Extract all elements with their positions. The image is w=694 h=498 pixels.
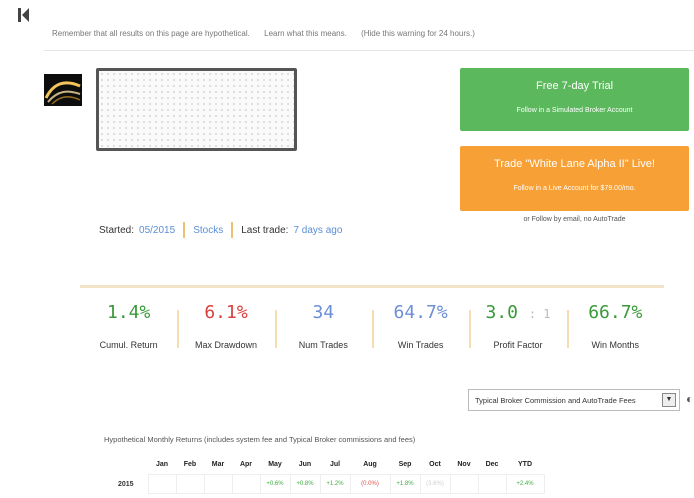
back-bar-icon[interactable]: [18, 8, 30, 22]
stat-value: 34: [312, 302, 335, 323]
stat-win-trades: 64.7% Win Trades: [371, 296, 469, 360]
hypothetical-warning: Remember that all results on this page a…: [52, 29, 487, 38]
stat-max-drawdown: 6.1% Max Drawdown: [177, 296, 274, 360]
month-header: Apr: [239, 460, 253, 468]
month-header: Dec: [485, 460, 499, 468]
month-header: [104, 454, 148, 475]
category-link[interactable]: Stocks: [193, 225, 223, 236]
header-divider: [44, 50, 694, 51]
return-cell: +2.4%: [505, 474, 545, 494]
return-cell: [147, 474, 177, 494]
month-header: Mar: [211, 460, 225, 468]
return-cell: (3.6%): [419, 474, 451, 494]
strategy-avatar: [44, 74, 82, 106]
stats-row: 1.4% Cumul. Return 6.1% Max Drawdown 34 …: [80, 296, 664, 360]
stat-cumul-return: 1.4% Cumul. Return: [80, 296, 177, 360]
monthly-returns-table: Jan Feb Mar Apr May Jun Jul Aug Sep Oct Nov Dec YTD …: [104, 454, 545, 494]
stat-profit-factor: 3.0 : 1 Profit Factor: [469, 296, 566, 360]
strategy-meta: Started: 05/2015 Stocks Last trade: 7 da…: [99, 222, 342, 238]
stats-divider: [80, 285, 664, 288]
dropdown-arrow-icon[interactable]: ▼: [662, 393, 676, 407]
monthly-returns-title: Hypothetical Monthly Returns (includes s…: [104, 435, 416, 444]
info-icon[interactable]: ◐: [686, 392, 693, 406]
return-cell: [449, 474, 479, 494]
month-header: Sep: [398, 460, 412, 468]
month-header: Jul: [329, 460, 341, 468]
warning-text: Remember that all results on this page a…: [52, 29, 250, 38]
month-header: Oct: [429, 460, 441, 468]
return-cell: [203, 474, 233, 494]
stat-value: 1.4%: [106, 302, 151, 323]
month-header: Nov: [457, 460, 471, 468]
trade-live-title: Trade "White Lane Alpha II" Live!: [494, 158, 655, 170]
free-trial-button[interactable]: Free 7-day Trial Follow in a Simulated B…: [460, 68, 689, 131]
month-header: Aug: [363, 460, 377, 468]
stat-num-trades: 34 Num Trades: [274, 296, 372, 360]
started-date-link[interactable]: 05/2015: [139, 225, 175, 236]
table-row: 2015 +0.6% +0.8% +1.2% (0.0%) +1.8% (3.6%) +2.4…: [104, 474, 545, 494]
free-trial-title: Free 7-day Trial: [535, 80, 614, 92]
stat-value-suffix: : 1: [528, 307, 551, 321]
hide-warning-link[interactable]: (Hide this warning for 24 hours.): [361, 29, 475, 38]
stat-label: Profit Factor: [493, 340, 543, 350]
last-trade-label: Last trade:: [241, 224, 289, 236]
meta-separator: [231, 222, 234, 238]
year-cell: 2015: [117, 480, 134, 488]
trade-live-button[interactable]: Trade "White Lane Alpha II" Live! Follow…: [460, 146, 689, 211]
trade-live-subtitle: Follow in a Live Account for $79.00/mo.: [513, 185, 636, 192]
stat-value: 64.7%: [393, 302, 448, 323]
return-cell: +1.2%: [319, 474, 351, 494]
month-header: May: [268, 460, 282, 468]
fee-model-select[interactable]: Typical Broker Commission and AutoTrade …: [468, 389, 680, 411]
stat-label: Win Trades: [397, 340, 444, 350]
stat-label: Win Months: [591, 340, 640, 350]
equity-chart-placeholder: [96, 68, 297, 151]
last-trade-link[interactable]: 7 days ago: [293, 225, 342, 236]
month-header: Jan: [155, 460, 169, 468]
learn-more-link[interactable]: Learn what this means.: [264, 29, 347, 38]
stat-value-wrap: 3.0 : 1: [469, 302, 566, 326]
return-cell: +1.8%: [389, 474, 421, 494]
month-header: Feb: [183, 460, 197, 468]
month-header: YTD: [518, 460, 532, 468]
meta-separator: [183, 222, 186, 238]
return-cell: [231, 474, 261, 494]
return-cell: +0.8%: [289, 474, 321, 494]
month-header: Jun: [298, 460, 312, 468]
return-cell: [477, 474, 507, 494]
stat-value: 66.7%: [588, 302, 643, 323]
fee-model-selected: Typical Broker Commission and AutoTrade …: [475, 396, 636, 405]
started-label: Started:: [99, 224, 135, 236]
stat-label: Cumul. Return: [99, 340, 158, 350]
free-trial-subtitle: Follow in a Simulated Broker Account: [516, 107, 633, 114]
follow-by-email-link[interactable]: or Follow by email, no AutoTrade: [460, 216, 689, 223]
stat-value: 3.0: [485, 302, 518, 323]
stat-win-months: 66.7% Win Months: [566, 296, 664, 360]
return-cell: (0.0%): [349, 474, 391, 494]
stat-label: Num Trades: [298, 340, 348, 350]
stat-label: Max Drawdown: [194, 340, 257, 350]
stat-value: 6.1%: [204, 302, 248, 323]
return-cell: +0.6%: [259, 474, 291, 494]
return-cell: [175, 474, 205, 494]
